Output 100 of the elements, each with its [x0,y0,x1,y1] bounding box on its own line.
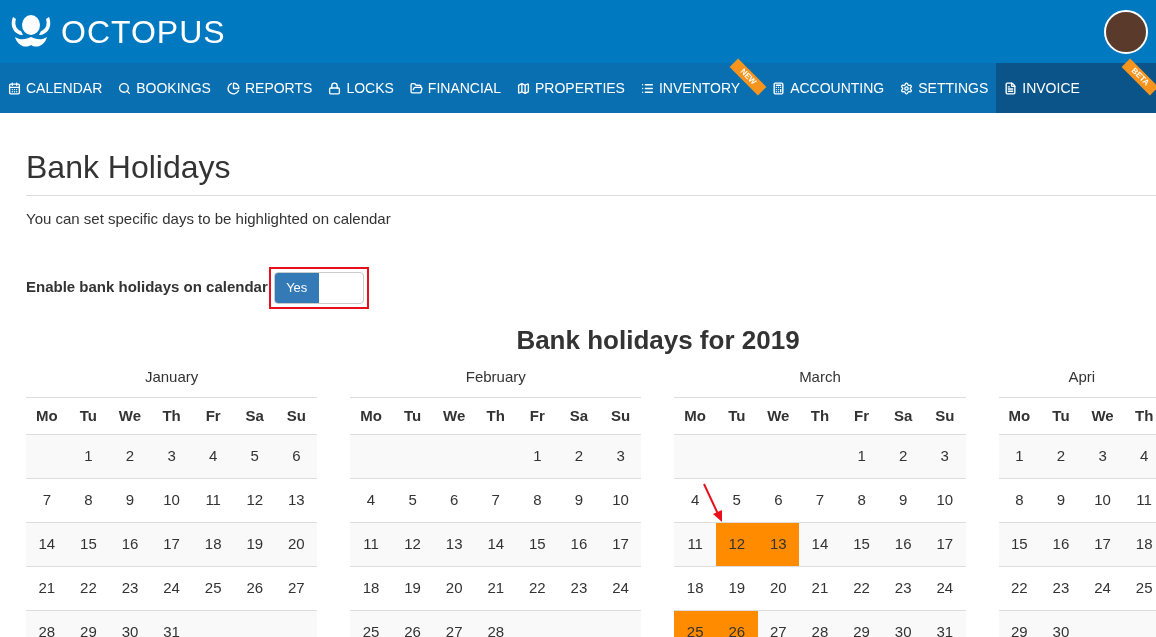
day-cell[interactable]: 2 [109,435,151,478]
day-cell[interactable]: 13 [433,523,475,566]
day-cell[interactable]: 25 [1123,567,1156,610]
day-cell[interactable]: 17 [599,523,642,566]
day-cell[interactable]: 1 [67,435,110,478]
day-cell[interactable]: 28 [26,611,68,637]
day-cell[interactable]: 16 [1040,523,1082,566]
day-cell[interactable]: 6 [757,479,800,522]
day-cell[interactable]: 5 [391,479,434,522]
day-cell[interactable]: 3 [1081,435,1124,478]
day-cell[interactable]: 27 [433,611,475,637]
day-cell[interactable]: 22 [67,567,110,610]
day-cell[interactable]: 7 [799,479,841,522]
day-cell[interactable]: 30 [1040,611,1082,637]
day-cell[interactable]: 10 [150,479,193,522]
day-cell[interactable]: 10 [1081,479,1124,522]
nav-tab[interactable]: LOCKS [320,63,402,113]
day-cell[interactable]: 25 [674,611,716,637]
day-cell[interactable]: 4 [350,479,392,522]
day-cell[interactable]: 16 [882,523,924,566]
day-cell[interactable]: 8 [998,479,1041,522]
day-cell[interactable]: 10 [599,479,642,522]
nav-tab[interactable]: REPORTS [218,63,321,113]
day-cell[interactable]: 16 [109,523,151,566]
day-cell[interactable]: 13 [275,479,318,522]
day-cell[interactable]: 23 [558,567,600,610]
day-cell[interactable]: 18 [1123,523,1156,566]
day-cell[interactable]: 20 [433,567,475,610]
day-cell[interactable]: 24 [923,567,966,610]
day-cell[interactable]: 2 [1040,435,1082,478]
nav-tab[interactable]: FINANCIAL [401,63,509,113]
day-cell[interactable]: 4 [674,479,716,522]
day-cell[interactable]: 30 [882,611,924,637]
day-cell[interactable]: 28 [474,611,517,637]
day-cell[interactable]: 25 [192,567,234,610]
day-cell[interactable]: 14 [474,523,517,566]
day-cell[interactable]: 15 [998,523,1041,566]
day-cell[interactable]: 4 [1123,435,1156,478]
day-cell[interactable]: 17 [923,523,966,566]
day-cell[interactable]: 8 [67,479,110,522]
day-cell[interactable]: 9 [558,479,600,522]
day-cell[interactable]: 23 [1040,567,1082,610]
avatar[interactable] [1104,9,1148,54]
day-cell[interactable]: 22 [840,567,883,610]
day-cell[interactable]: 3 [150,435,193,478]
day-cell[interactable]: 20 [275,523,318,566]
day-cell[interactable]: 15 [516,523,559,566]
day-cell[interactable]: 5 [715,479,758,522]
nav-tab[interactable]: PROPERTIES [508,63,633,113]
day-cell[interactable]: 2 [882,435,924,478]
day-cell[interactable]: 9 [1040,479,1082,522]
day-cell[interactable]: 5 [233,435,276,478]
day-cell[interactable]: 3 [923,435,966,478]
day-cell[interactable]: 19 [715,567,758,610]
day-cell[interactable]: 18 [192,523,234,566]
day-cell[interactable]: 6 [433,479,475,522]
day-cell[interactable]: 21 [799,567,841,610]
day-cell[interactable]: 24 [150,567,193,610]
day-cell[interactable]: 1 [516,435,559,478]
day-cell[interactable]: 15 [67,523,110,566]
day-cell[interactable]: 16 [558,523,600,566]
day-cell[interactable]: 26 [233,567,276,610]
day-cell[interactable]: 27 [275,567,318,610]
nav-tab[interactable]: CALENDAR [0,63,111,113]
day-cell[interactable]: 14 [799,523,841,566]
day-cell[interactable]: 9 [882,479,924,522]
day-cell[interactable]: 22 [998,567,1041,610]
day-cell[interactable]: 26 [715,611,758,637]
day-cell[interactable]: 25 [350,611,392,637]
day-cell[interactable]: 13 [757,523,800,566]
day-cell[interactable]: 19 [233,523,276,566]
day-cell[interactable]: 18 [674,567,716,610]
day-cell[interactable]: 29 [840,611,883,637]
day-cell[interactable]: 21 [26,567,68,610]
day-cell[interactable]: 31 [150,611,193,637]
day-cell[interactable]: 3 [599,435,642,478]
day-cell[interactable]: 28 [799,611,841,637]
day-cell[interactable]: 6 [275,435,318,478]
nav-tab[interactable]: BOOKINGS [110,63,219,113]
day-cell[interactable]: 29 [998,611,1041,637]
day-cell[interactable]: 11 [1123,479,1156,522]
day-cell[interactable]: 12 [391,523,434,566]
day-cell[interactable]: 11 [674,523,716,566]
day-cell[interactable]: 23 [882,567,924,610]
day-cell[interactable]: 8 [840,479,883,522]
day-cell[interactable]: 9 [109,479,151,522]
day-cell[interactable]: 27 [757,611,800,637]
day-cell[interactable]: 7 [474,479,517,522]
day-cell[interactable]: 12 [233,479,276,522]
day-cell[interactable]: 8 [516,479,559,522]
toggle-switch[interactable]: Yes [273,271,364,304]
day-cell[interactable]: 14 [26,523,68,566]
day-cell[interactable]: 26 [391,611,434,637]
day-cell[interactable]: 15 [840,523,883,566]
day-cell[interactable]: 24 [1081,567,1124,610]
day-cell[interactable]: 21 [474,567,517,610]
day-cell[interactable]: 17 [1081,523,1124,566]
day-cell[interactable]: 20 [757,567,800,610]
day-cell[interactable]: 19 [391,567,434,610]
day-cell[interactable]: 22 [516,567,559,610]
